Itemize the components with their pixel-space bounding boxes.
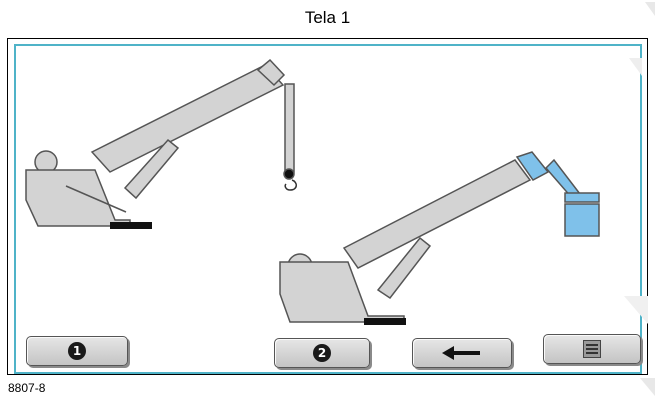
arrow-left-icon	[442, 346, 480, 360]
basket-icon	[564, 203, 600, 237]
hook-block-icon	[283, 168, 295, 180]
option-1-button[interactable]: 1	[26, 336, 128, 366]
menu-icon	[583, 340, 601, 358]
corner-mark-icon	[629, 58, 642, 76]
number-2-icon: 2	[313, 344, 331, 362]
boom-icon	[342, 159, 532, 269]
hook-icon	[284, 179, 297, 191]
corner-mark-icon	[640, 378, 655, 396]
crane-body-icon	[25, 169, 131, 227]
crane-base-icon	[364, 318, 406, 325]
boom-icon	[90, 64, 285, 173]
corner-mark-icon	[624, 296, 648, 324]
option-2-button[interactable]: 2	[274, 338, 370, 368]
corner-mark-icon	[645, 2, 655, 16]
menu-button[interactable]	[543, 334, 641, 364]
crane-hook-illustration	[25, 58, 297, 227]
basket-top-icon	[564, 192, 600, 203]
hook-cable-icon	[284, 83, 295, 173]
back-button[interactable]	[412, 338, 512, 368]
number-1-icon: 1	[68, 342, 86, 360]
crane-basket-illustration	[279, 151, 600, 323]
figure-id: 8807-8	[8, 381, 46, 395]
crane-base-icon	[110, 222, 152, 229]
